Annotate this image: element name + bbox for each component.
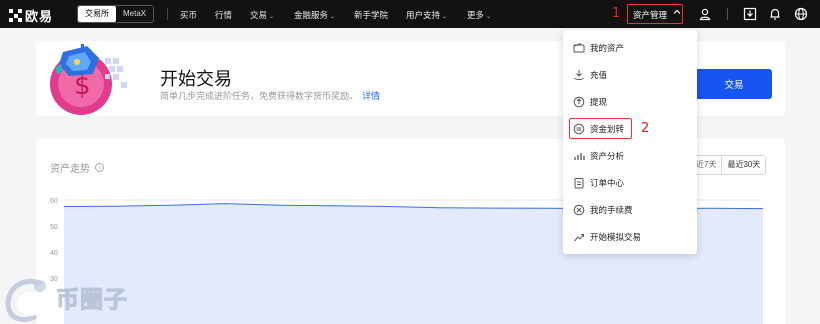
demo-trading-icon	[574, 234, 584, 242]
menu-item-order-center[interactable]: 订单中心	[563, 173, 697, 193]
y-tick-label: 50	[50, 224, 58, 231]
menu-item-label: 我的资产	[590, 43, 625, 53]
menu-item-my-assets[interactable]: 我的资产	[563, 38, 697, 58]
menu-item-label: 提现	[590, 97, 608, 107]
menu-item-withdraw[interactable]: 提现	[563, 92, 697, 112]
wallet-icon	[573, 43, 585, 53]
fee-icon	[573, 204, 585, 216]
watermark-text: 币圈子	[56, 286, 128, 313]
y-tick-label: 60	[50, 198, 58, 205]
menu-item-label: 我的手续费	[590, 205, 633, 215]
order-icon	[574, 178, 584, 189]
y-tick-label: 40	[50, 250, 58, 257]
withdraw-icon	[573, 96, 585, 108]
menu-item-deposit[interactable]: 充值	[563, 65, 697, 85]
deposit-icon	[574, 70, 584, 80]
menu-item-label: 充值	[590, 70, 608, 80]
menu-item-demo-trading[interactable]: 开始模拟交易	[563, 227, 697, 247]
transfer-highlight-box	[569, 118, 632, 139]
menu-item-label: 资产分析	[590, 151, 625, 161]
menu-item-my-fees[interactable]: 我的手续费	[563, 200, 697, 220]
step-number-2: 2	[641, 121, 650, 136]
menu-item-label: 开始模拟交易	[590, 232, 642, 242]
menu-item-asset-analysis[interactable]: 资产分析	[563, 146, 697, 166]
analysis-icon	[574, 153, 585, 160]
asset-management-dropdown: 我的资产 充值 提现 资金划转 资产分析 订单中心 我的手续费 开始模拟交易	[563, 30, 697, 254]
menu-item-label: 订单中心	[590, 178, 625, 188]
